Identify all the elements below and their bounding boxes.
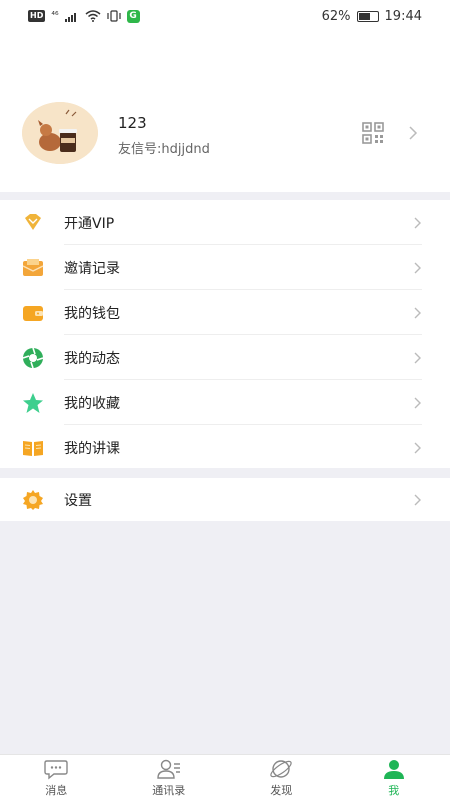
- gear-icon: [23, 489, 43, 510]
- tab-label: 消息: [45, 783, 68, 797]
- profile-card[interactable]: 123 友信号:hdjjdnd: [6, 60, 444, 192]
- battery-percent: 62%: [321, 8, 351, 24]
- wifi-icon: [85, 10, 101, 22]
- status-right-group: 62% 19:44: [322, 9, 422, 24]
- status-left-group: HD ⁴⁶ G: [28, 9, 140, 23]
- tab-label: 我: [388, 783, 400, 797]
- wallet-icon: [23, 305, 43, 321]
- chevron-right-icon: [414, 352, 421, 363]
- menu-label: 我的讲课: [64, 440, 120, 457]
- menu-item-settings[interactable]: 设置: [0, 478, 450, 521]
- envelope-icon: [22, 258, 44, 276]
- star-icon: [23, 392, 43, 413]
- menu-group-main: 开通VIP 邀请记录 我的钱包 我的动态 我的收藏 我的讲课: [0, 200, 450, 468]
- tab-messages[interactable]: 消息: [0, 755, 113, 800]
- chat-bubble-icon: [44, 759, 68, 779]
- aperture-icon: [22, 347, 44, 368]
- vibrate-icon: [106, 10, 121, 22]
- clock: 19:44: [384, 8, 422, 24]
- avatar-image: [22, 102, 98, 164]
- avatar[interactable]: [22, 102, 98, 164]
- status-bar: HD ⁴⁶ G 62% 19:44: [0, 0, 450, 32]
- menu-label: 邀请记录: [64, 260, 120, 277]
- menu-label: 我的钱包: [64, 305, 120, 322]
- planet-icon: [270, 759, 292, 778]
- menu-label: 我的动态: [64, 350, 120, 367]
- profile-name: 123: [118, 114, 147, 132]
- contacts-icon: [157, 759, 180, 779]
- menu-item-invite-records[interactable]: 邀请记录: [0, 245, 450, 290]
- menu-label: 我的收藏: [64, 395, 120, 412]
- chevron-right-icon: [414, 494, 421, 505]
- app-notification-badge: G: [126, 9, 140, 23]
- vip-diamond-icon: [25, 213, 41, 230]
- tab-label: 发现: [270, 783, 293, 797]
- menu-item-lectures[interactable]: 我的讲课: [0, 425, 450, 470]
- bottom-tab-bar: 消息 通讯录 发现 我: [0, 754, 450, 800]
- network-type: ⁴⁶: [51, 11, 59, 21]
- tab-discover[interactable]: 发现: [225, 755, 338, 800]
- tab-me[interactable]: 我: [338, 755, 450, 800]
- menu-item-vip[interactable]: 开通VIP: [0, 200, 450, 245]
- chevron-right-icon: [414, 217, 421, 228]
- menu-item-favorites[interactable]: 我的收藏: [0, 380, 450, 425]
- battery-fill: [358, 12, 370, 20]
- profile-id: 友信号:hdjjdnd: [118, 142, 210, 157]
- tab-label: 通讯录: [152, 783, 186, 797]
- menu-item-moments[interactable]: 我的动态: [0, 335, 450, 380]
- book-icon: [23, 440, 43, 456]
- tab-contacts[interactable]: 通讯录: [113, 755, 226, 800]
- chevron-right-icon: [414, 262, 421, 273]
- qr-code-icon[interactable]: [362, 122, 384, 144]
- menu-group-settings: 设置: [0, 478, 450, 521]
- chevron-right-icon: [414, 442, 421, 453]
- signal-icon: [64, 12, 76, 22]
- menu-item-wallet[interactable]: 我的钱包: [0, 290, 450, 335]
- hd-badge: HD: [28, 10, 46, 22]
- chevron-right-icon: [409, 126, 418, 140]
- menu-label: 设置: [64, 492, 92, 509]
- chevron-right-icon: [414, 307, 421, 318]
- person-icon: [383, 759, 404, 779]
- chevron-right-icon: [414, 397, 421, 408]
- battery-icon: [356, 10, 379, 22]
- menu-label: 开通VIP: [64, 215, 115, 232]
